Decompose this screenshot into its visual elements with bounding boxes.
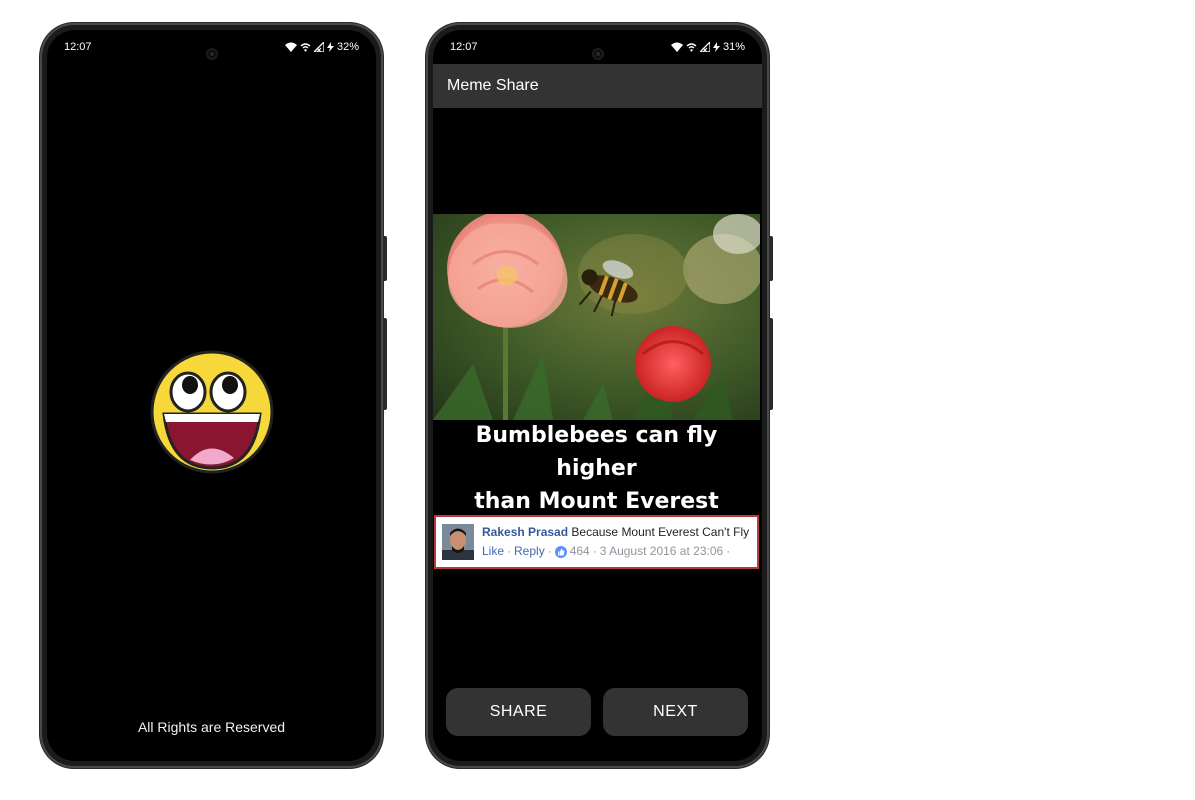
share-button[interactable]: SHARE — [446, 688, 591, 736]
comment-like-count: 464 — [569, 544, 590, 558]
status-icons: 32% — [284, 41, 359, 53]
hotspot-icon — [686, 43, 697, 52]
comment-like-link: Like — [482, 544, 505, 558]
signal-icon — [313, 42, 324, 52]
phone-frame-left: 12:07 32% All Rights are Reserved — [40, 23, 387, 768]
charging-icon — [326, 42, 334, 52]
comment-timestamp: 3 August 2016 at 23:06 — [599, 544, 724, 558]
power-button — [769, 318, 773, 410]
charging-icon — [712, 42, 720, 52]
meme-comment: Rakesh Prasad Because Mount Everest Can'… — [434, 515, 759, 569]
meta-separator: · — [507, 544, 512, 558]
battery-percent: 32% — [336, 41, 359, 53]
signal-icon — [699, 42, 710, 52]
comment-meta: Like · Reply · 464 · 3 August 2016 at 23… — [482, 542, 749, 561]
commenter-avatar — [442, 524, 474, 560]
meta-separator: · — [726, 544, 731, 558]
front-camera — [205, 48, 218, 60]
wifi-icon — [284, 42, 297, 52]
comment-author: Rakesh Prasad — [482, 525, 569, 539]
meme-photo — [433, 214, 760, 420]
battery-percent: 31% — [722, 41, 745, 53]
meme-caption-line1: Bumblebees can fly higher — [475, 422, 718, 481]
thumbs-up-icon — [554, 545, 567, 558]
app-bar: Meme Share — [433, 64, 762, 108]
next-button[interactable]: NEXT — [603, 688, 748, 736]
wifi-icon — [670, 42, 683, 52]
volume-button — [383, 236, 387, 281]
phone-frame-right: 12:07 31% Meme Share Bumblebees can fly … — [426, 23, 773, 768]
status-time: 12:07 — [450, 41, 478, 53]
front-camera — [591, 48, 604, 60]
awesome-smiley-icon — [150, 350, 274, 474]
meme-caption-line2: than Mount Everest — [474, 488, 719, 514]
meme-screen: 12:07 31% Meme Share Bumblebees can fly … — [433, 30, 762, 761]
volume-button — [769, 236, 773, 281]
power-button — [383, 318, 387, 410]
status-icons: 31% — [670, 41, 745, 53]
comment-text: Because Mount Everest Can't Fly — [571, 525, 750, 539]
status-time: 12:07 — [64, 41, 92, 53]
hotspot-icon — [300, 43, 311, 52]
footer-copyright: All Rights are Reserved — [137, 719, 286, 735]
meme-caption: Bumblebees can fly higher than Mount Eve… — [433, 422, 760, 514]
comment-reply-link: Reply — [514, 544, 545, 558]
splash-screen: 12:07 32% All Rights are Reserved — [47, 30, 376, 761]
app-title: Meme Share — [447, 77, 539, 94]
meta-separator: · — [592, 544, 597, 558]
meta-separator: · — [547, 544, 552, 558]
